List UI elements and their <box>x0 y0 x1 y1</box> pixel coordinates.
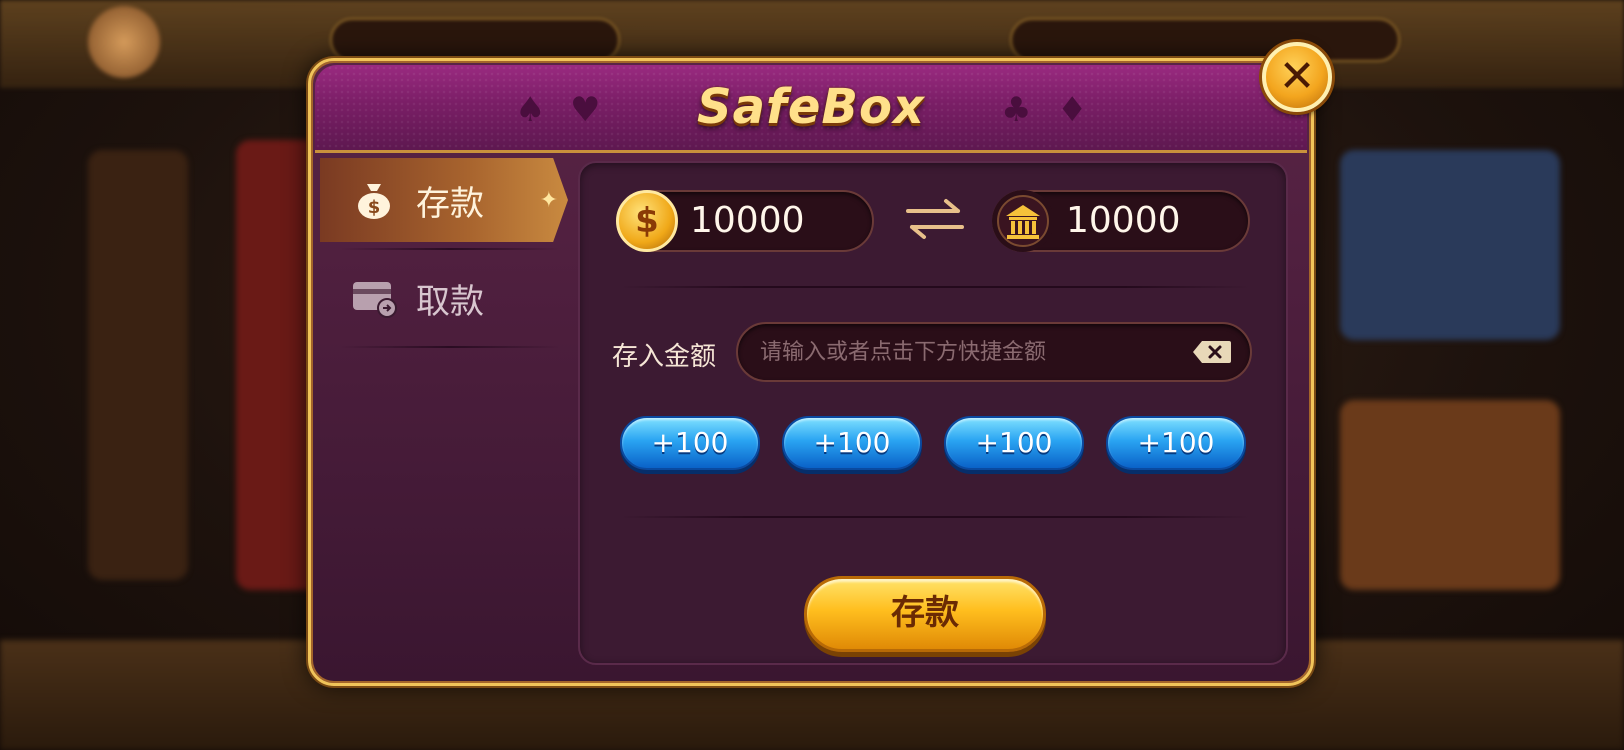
quick-amount-button[interactable]: +100 <box>944 416 1084 470</box>
bank-icon <box>992 190 1054 252</box>
wallet-balance: $ 10000 <box>616 190 874 252</box>
lobby-info-pill <box>1010 18 1400 62</box>
close-icon: ✕ <box>1278 51 1316 102</box>
dialog-header: ♠ ♥ ♣ ♦ SafeBox <box>315 65 1307 153</box>
lobby-game-tile <box>1340 150 1560 340</box>
card-withdraw-icon <box>350 274 398 322</box>
avatar <box>88 6 160 78</box>
tab-deposit-label: 存款 <box>416 183 484 224</box>
svg-text:$: $ <box>368 197 381 218</box>
amount-label: 存入金额 <box>612 342 717 372</box>
sidebar: $ 存款 ✦ 取款 <box>320 158 568 678</box>
quick-amount-button[interactable]: +100 <box>782 416 922 470</box>
bank-balance: 10000 <box>992 190 1250 252</box>
swap-arrows-icon <box>906 199 964 239</box>
bank-balance-value: 10000 <box>1066 200 1181 241</box>
lobby-side-menu <box>88 150 188 580</box>
quick-amount-button[interactable]: +100 <box>620 416 760 470</box>
sidebar-divider <box>340 248 560 250</box>
backspace-clear-icon[interactable] <box>1192 339 1232 365</box>
money-bag-icon: $ <box>350 176 398 224</box>
lobby-game-tile <box>1340 400 1560 590</box>
wallet-balance-value: 10000 <box>690 200 805 241</box>
deposit-submit-button[interactable]: 存款 <box>804 576 1046 652</box>
lobby-coin-pill <box>330 18 620 62</box>
tab-withdraw-label: 取款 <box>416 281 484 322</box>
sidebar-divider <box>340 346 560 348</box>
panel-divider <box>620 516 1250 518</box>
tab-deposit[interactable]: $ 存款 ✦ <box>320 158 568 242</box>
tab-withdraw[interactable]: 取款 <box>320 256 568 340</box>
panel-divider <box>620 286 1250 288</box>
coin-icon: $ <box>616 190 678 252</box>
dialog-title: SafeBox <box>697 79 925 135</box>
amount-input[interactable] <box>736 322 1252 382</box>
sparkle-icon: ✦ <box>539 188 558 213</box>
close-button[interactable]: ✕ <box>1262 42 1332 112</box>
quick-amount-button[interactable]: +100 <box>1106 416 1246 470</box>
